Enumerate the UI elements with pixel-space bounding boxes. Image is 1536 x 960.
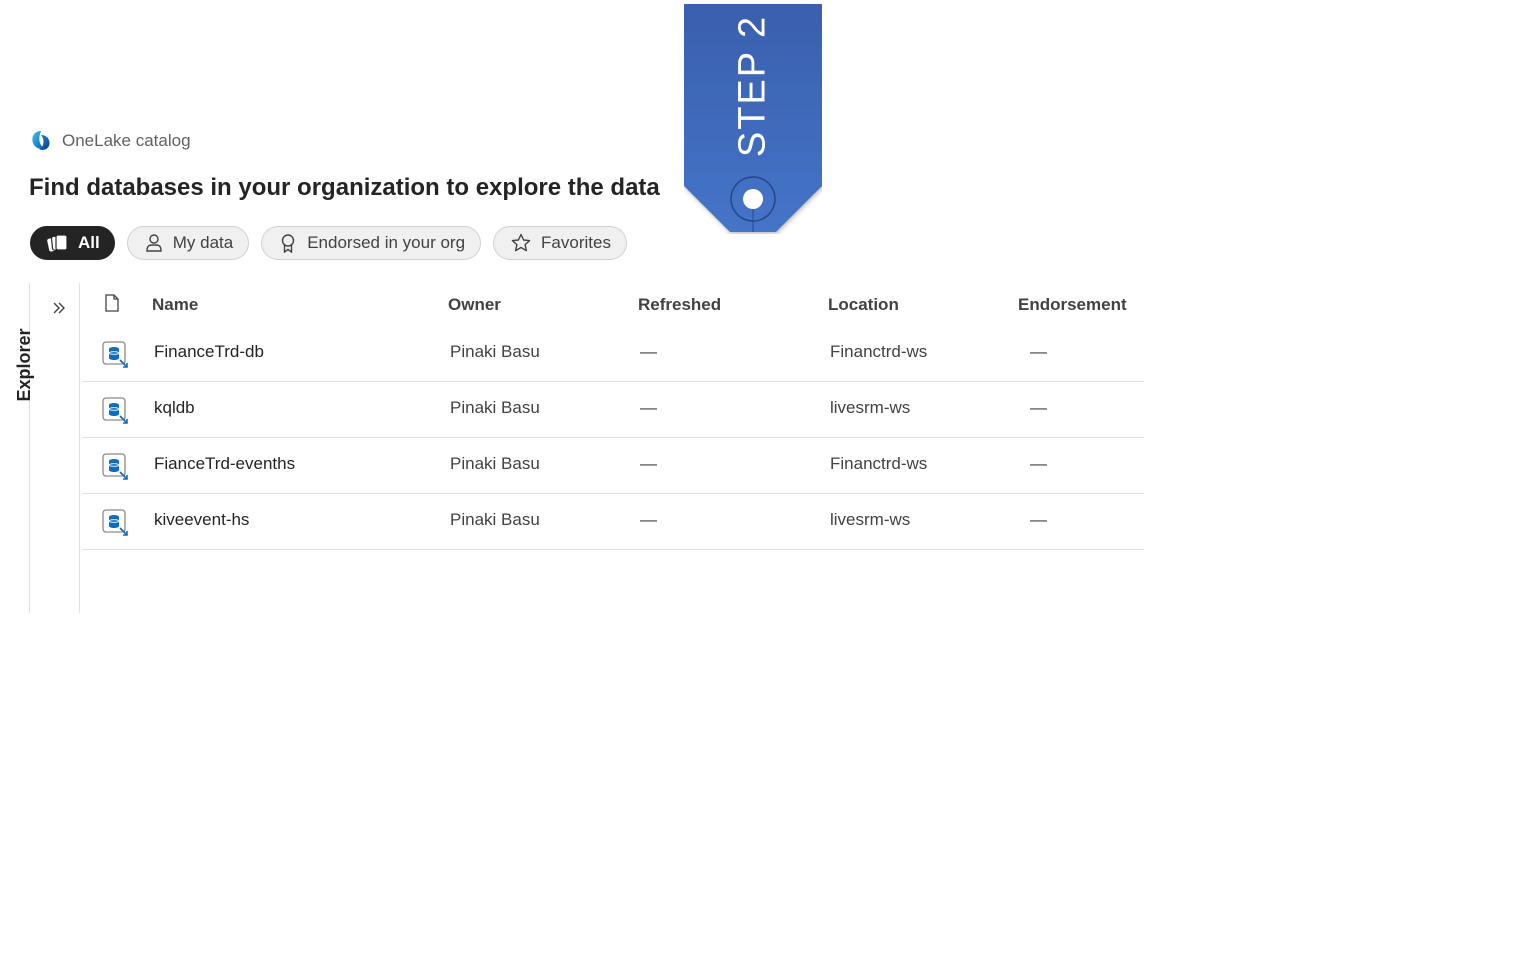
cell-location[interactable]: Financtrd-ws [830,454,927,474]
chevron-double-right-icon[interactable] [50,299,68,317]
table-row[interactable]: FinanceTrd-db Pinaki Basu — Financtrd-ws… [82,326,1144,382]
column-header-endorsement[interactable]: Endorsement [1018,295,1127,315]
cell-refreshed: — [640,454,657,473]
table-row[interactable]: kiveevent-hs Pinaki Basu — livesrm-ws — [82,494,1144,550]
cell-location[interactable]: livesrm-ws [830,398,910,418]
filter-chip-label: My data [172,233,234,252]
kql-database-icon [102,453,128,480]
cell-refreshed: — [640,398,657,417]
column-header-name[interactable]: Name [152,295,198,315]
column-header-refreshed[interactable]: Refreshed [638,295,721,315]
filter-chip-label: Favorites [541,233,611,252]
step-tag-label: STEP 2 [731,14,774,158]
cell-name[interactable]: FianceTrd-evenths [154,454,295,474]
cell-owner: Pinaki Basu [450,510,540,529]
catalog-table: Name Owner Refreshed Location Endorsemen… [82,284,1144,550]
table-row[interactable]: FianceTrd-evenths Pinaki Basu — Financtr… [82,438,1144,494]
kql-database-icon [102,509,128,536]
filter-chip-all[interactable]: All [30,226,115,260]
cell-owner: Pinaki Basu [450,398,540,417]
cell-location[interactable]: livesrm-ws [830,510,910,530]
cell-owner: Pinaki Basu [450,454,540,473]
column-header-owner[interactable]: Owner [448,295,501,315]
filter-chip-endorsed[interactable]: Endorsed in your org [261,226,482,260]
table-row[interactable]: kqldb Pinaki Basu — livesrm-ws — [82,382,1144,438]
cell-name[interactable]: kqldb [154,398,195,418]
cell-endorsement: — [1030,454,1047,473]
kql-database-icon [102,341,128,368]
brand: OneLake catalog [29,129,191,153]
filter-chip-my-data[interactable]: My data [126,226,250,260]
page-title: Find databases in your organization to e… [29,174,660,201]
column-header-location[interactable]: Location [828,295,899,315]
cell-endorsement: — [1030,342,1047,361]
star-icon [511,233,531,252]
cell-name[interactable]: kiveevent-hs [154,510,249,530]
explorer-panel [29,283,80,613]
brand-name: OneLake catalog [62,131,191,150]
stack-icon [47,234,68,252]
cell-refreshed: — [640,342,657,361]
cell-endorsement: — [1030,510,1047,529]
cell-name[interactable]: FinanceTrd-db [154,342,264,362]
onelake-logo-icon [32,131,50,150]
kql-database-icon [102,397,128,424]
person-icon [146,234,162,252]
cell-location[interactable]: Financtrd-ws [830,342,927,362]
document-icon [105,294,119,312]
explorer-label[interactable]: Explorer [14,328,35,401]
filter-chip-label: All [78,233,100,252]
filter-chips: All My data Endorsed in your org Favorit… [30,226,627,260]
cell-owner: Pinaki Basu [450,342,540,361]
ribbon-icon [282,234,295,253]
cell-endorsement: — [1030,398,1047,417]
cell-refreshed: — [640,510,657,529]
filter-chip-favorites[interactable]: Favorites [493,226,627,260]
table-header: Name Owner Refreshed Location Endorsemen… [82,284,1144,326]
filter-chip-label: Endorsed in your org [307,233,466,252]
